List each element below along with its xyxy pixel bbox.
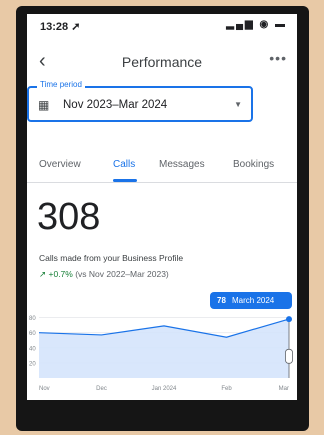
chevron-down-icon: ▼ xyxy=(234,100,242,109)
trend-row: ↗ +0.7% (vs Nov 2022–Mar 2023) xyxy=(39,269,169,280)
trend-up-icon: ↗ xyxy=(39,269,47,279)
tab-messages[interactable]: Messages xyxy=(159,159,205,170)
chart-area-fill xyxy=(39,319,289,378)
tab-bar: Overview Calls Messages Bookings xyxy=(27,150,297,183)
tooltip-value: 78 xyxy=(217,296,226,305)
y-tick-label: 60 xyxy=(29,331,36,337)
calendar-icon: ▦ xyxy=(38,98,50,112)
page-title: Performance xyxy=(121,54,203,70)
x-tick-label: Nov xyxy=(39,386,50,392)
time-period-value: Nov 2023–Mar 2024 xyxy=(63,99,168,111)
y-tick-label: 40 xyxy=(29,346,36,352)
time-period-select[interactable]: Time period ▦ Nov 2023–Mar 2024 ▼ xyxy=(27,80,253,122)
more-horizontal-icon[interactable]: ••• xyxy=(269,50,287,66)
app-bar: ‹ Performance ••• xyxy=(27,44,297,78)
y-tick-label: 20 xyxy=(29,361,36,367)
x-tick-label: Mar xyxy=(279,386,289,392)
scrub-handle[interactable] xyxy=(285,348,293,364)
status-time: 13:28 ➚ xyxy=(40,21,81,33)
status-icons: ▂▄▆ ◉ ▬ xyxy=(226,19,287,30)
time-period-label: Time period xyxy=(37,80,85,89)
calls-chart: 80 60 40 20 Nov Dec Jan 2024 Feb Mar xyxy=(29,316,293,392)
tab-calls[interactable]: Calls xyxy=(113,159,135,170)
tab-overview[interactable]: Overview xyxy=(39,159,81,170)
x-tick-label: Feb xyxy=(221,386,232,392)
trend-comparison: (vs Nov 2022–Mar 2023) xyxy=(75,269,169,279)
calls-description: Calls made from your Business Profile xyxy=(39,253,184,263)
tooltip-date: March 2024 xyxy=(232,296,275,305)
x-tick-label: Dec xyxy=(96,386,107,392)
active-tab-indicator xyxy=(113,179,137,182)
status-bar: 13:28 ➚ ▂▄▆ ◉ ▬ xyxy=(27,14,297,36)
trend-change: +0.7% xyxy=(48,269,73,279)
tab-bookings[interactable]: Bookings xyxy=(233,159,274,170)
highlight-point[interactable] xyxy=(286,316,292,323)
x-tick-label: Jan 2024 xyxy=(152,386,177,392)
y-tick-label: 80 xyxy=(29,316,36,322)
calls-total: 308 xyxy=(37,196,101,238)
